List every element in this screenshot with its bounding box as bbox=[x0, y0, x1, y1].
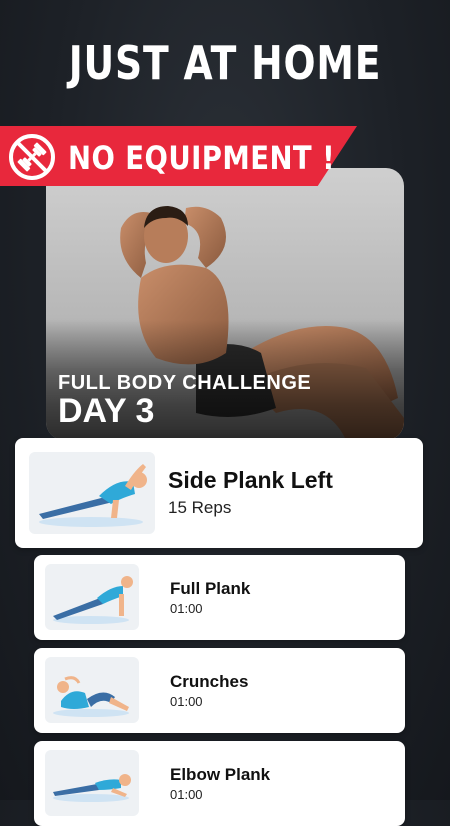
exercise-card-full-plank[interactable]: Full Plank 01:00 bbox=[34, 555, 405, 640]
exercise-card-crunches[interactable]: Crunches 01:00 bbox=[34, 648, 405, 733]
elbow-plank-figure-icon bbox=[45, 750, 139, 816]
full-plank-figure-icon bbox=[45, 564, 139, 630]
challenge-hero-card[interactable]: FULL BODY CHALLENGE DAY 3 bbox=[46, 168, 404, 440]
side-plank-figure-icon bbox=[29, 452, 155, 534]
exercise-name: Elbow Plank bbox=[170, 765, 271, 784]
exercise-detail: 15 Reps bbox=[168, 498, 232, 517]
crunches-figure-icon bbox=[45, 657, 139, 723]
exercise-duration: 01:00 bbox=[170, 601, 203, 616]
exercise-card-elbow-plank[interactable]: Elbow Plank 01:00 bbox=[34, 741, 405, 826]
exercise-name: Crunches bbox=[170, 672, 249, 691]
exercise-name: Side Plank Left bbox=[168, 467, 333, 493]
headline: JUST AT HOME bbox=[68, 36, 382, 90]
exercise-duration: 01:00 bbox=[170, 694, 203, 709]
challenge-day-title: DAY 3 bbox=[58, 392, 155, 430]
exercise-name: Full Plank bbox=[170, 579, 251, 598]
exercise-card-side-plank-left[interactable]: Side Plank Left 15 Reps bbox=[15, 438, 423, 548]
no-equipment-label: NO EQUIPMENT ! bbox=[68, 139, 336, 177]
no-dumbbell-icon bbox=[9, 134, 55, 180]
